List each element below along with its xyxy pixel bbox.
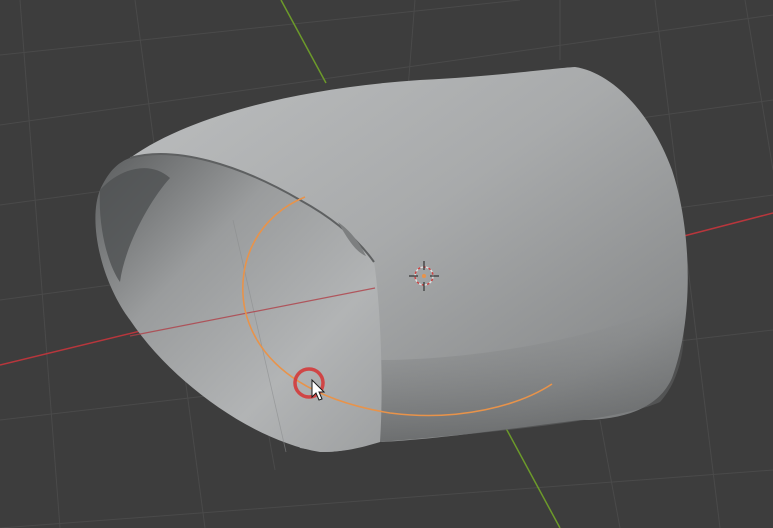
x-axis-line-right [679, 212, 773, 238]
pipe-mesh[interactable] [95, 67, 688, 453]
viewport-canvas[interactable] [0, 0, 773, 528]
3d-viewport[interactable] [0, 0, 773, 528]
y-axis-line-top [280, 0, 327, 84]
